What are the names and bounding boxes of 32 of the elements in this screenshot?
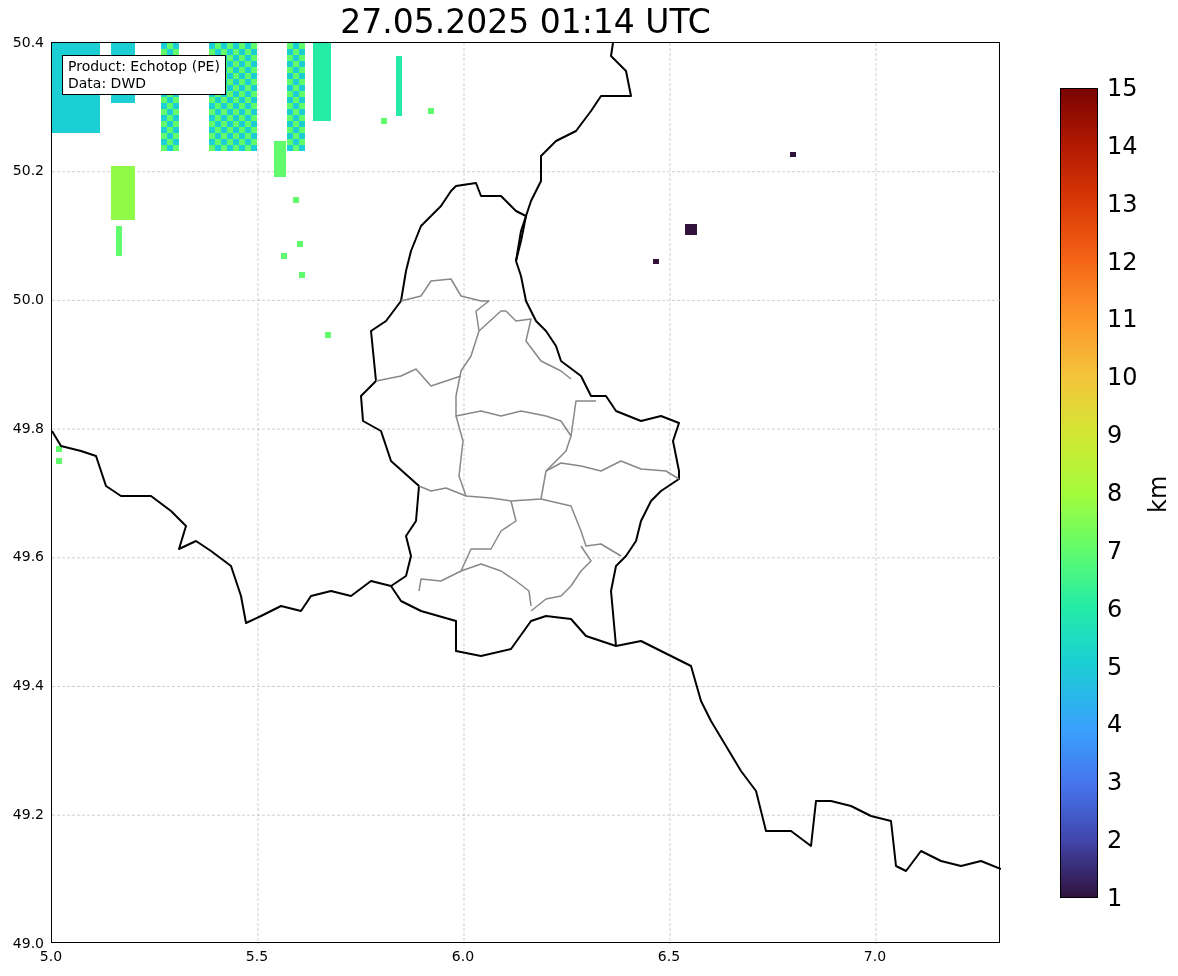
y-tick-label: 50.2: [11, 162, 44, 180]
colorbar-tick-label: 4: [1107, 710, 1123, 739]
info-text: Product: Echotop (PE): [68, 58, 220, 75]
colorbar-tick-label: 11: [1107, 305, 1138, 334]
colorbar-tick-label: 6: [1107, 594, 1123, 623]
colorbar-tick-label: 3: [1107, 768, 1123, 797]
colorbar-tick-label: 8: [1107, 479, 1123, 507]
colorbar-tick-label: 13: [1107, 189, 1138, 218]
colorbar-tick-label: 9: [1107, 421, 1123, 450]
x-tick-label: 5.0: [38, 948, 64, 965]
y-tick-label: 49.6: [11, 548, 44, 566]
y-tick-label: 50.0: [11, 290, 44, 308]
colorbar-label: km: [1143, 477, 1173, 513]
x-tick-label: 6.0: [450, 948, 476, 965]
x-tick-label: 7.0: [862, 948, 888, 965]
y-tick-label: 49.2: [11, 805, 44, 823]
colorbar-tick-label: 12: [1107, 247, 1138, 276]
colorbar-tick-label: 10: [1107, 363, 1138, 392]
colorbar-tick-label: 2: [1107, 826, 1123, 855]
x-tick-label: 6.5: [656, 948, 682, 965]
colorbar-tick-label: 5: [1107, 652, 1123, 681]
figure-title: 27.05.2025 01:14 UTC: [339, 2, 712, 42]
colorbar-tick-label: 15: [1107, 74, 1138, 102]
x-tick-label: 5.5: [244, 948, 270, 965]
colorbar-tick-label: 7: [1107, 536, 1123, 565]
colorbar-tick-label: 14: [1107, 131, 1138, 160]
y-tick-label: 50.4: [11, 33, 44, 51]
y-tick-label: 49.0: [11, 934, 44, 951]
y-tick-label: 49.8: [11, 419, 44, 437]
y-tick-label: 49.4: [11, 677, 44, 695]
colorbar-tick-label: 1: [1107, 884, 1123, 912]
info-text: Data: DWD: [68, 75, 147, 92]
